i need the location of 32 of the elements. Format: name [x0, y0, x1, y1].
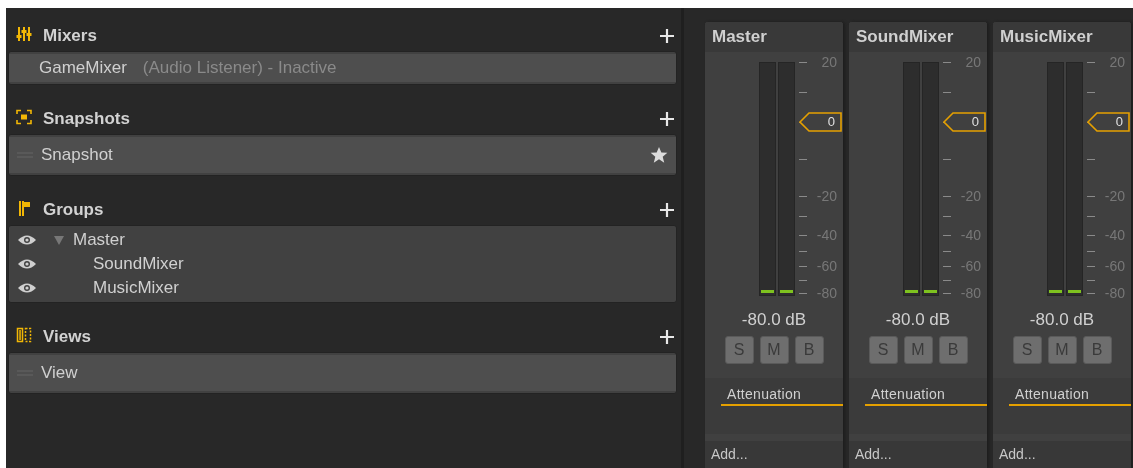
volume-fader[interactable]: 0 — [943, 111, 987, 133]
group-name[interactable]: MusicMixer — [93, 278, 179, 298]
add-effect-button[interactable]: Add... — [849, 441, 987, 468]
volume-fader[interactable]: 0 — [799, 111, 843, 133]
columns-icon — [16, 327, 32, 343]
level-reading: -80.0 dB — [1028, 310, 1096, 330]
level-reading: -80.0 dB — [740, 310, 808, 330]
channel-name: Master — [705, 22, 843, 52]
group-name[interactable]: Master — [73, 230, 125, 250]
add-icon[interactable] — [659, 202, 675, 218]
folder-flag-icon — [16, 200, 32, 216]
section-title: Snapshots — [43, 109, 130, 129]
add-effect-button[interactable]: Add... — [705, 441, 843, 468]
mixer-name[interactable]: GameMixer — [39, 58, 127, 78]
volume-fader[interactable]: 0 — [1087, 111, 1131, 133]
section-title: Mixers — [43, 26, 97, 46]
section-title: Views — [43, 327, 91, 347]
level-reading: -80.0 dB — [884, 310, 952, 330]
eye-icon[interactable] — [17, 282, 37, 294]
eye-icon[interactable] — [17, 234, 37, 246]
camera-frame-icon — [16, 109, 32, 125]
add-icon[interactable] — [659, 111, 675, 127]
eye-icon[interactable] — [17, 258, 37, 270]
add-icon[interactable] — [659, 329, 675, 345]
channel-name: SoundMixer — [849, 22, 987, 52]
add-effect-button[interactable]: Add... — [993, 441, 1131, 468]
group-name[interactable]: SoundMixer — [93, 254, 184, 274]
add-icon[interactable] — [659, 28, 675, 44]
section-title: Groups — [43, 200, 104, 220]
sliders-icon — [16, 26, 32, 42]
mixer-status: (Audio Listener) - Inactive — [142, 58, 337, 78]
channel-name: MusicMixer — [993, 22, 1131, 52]
